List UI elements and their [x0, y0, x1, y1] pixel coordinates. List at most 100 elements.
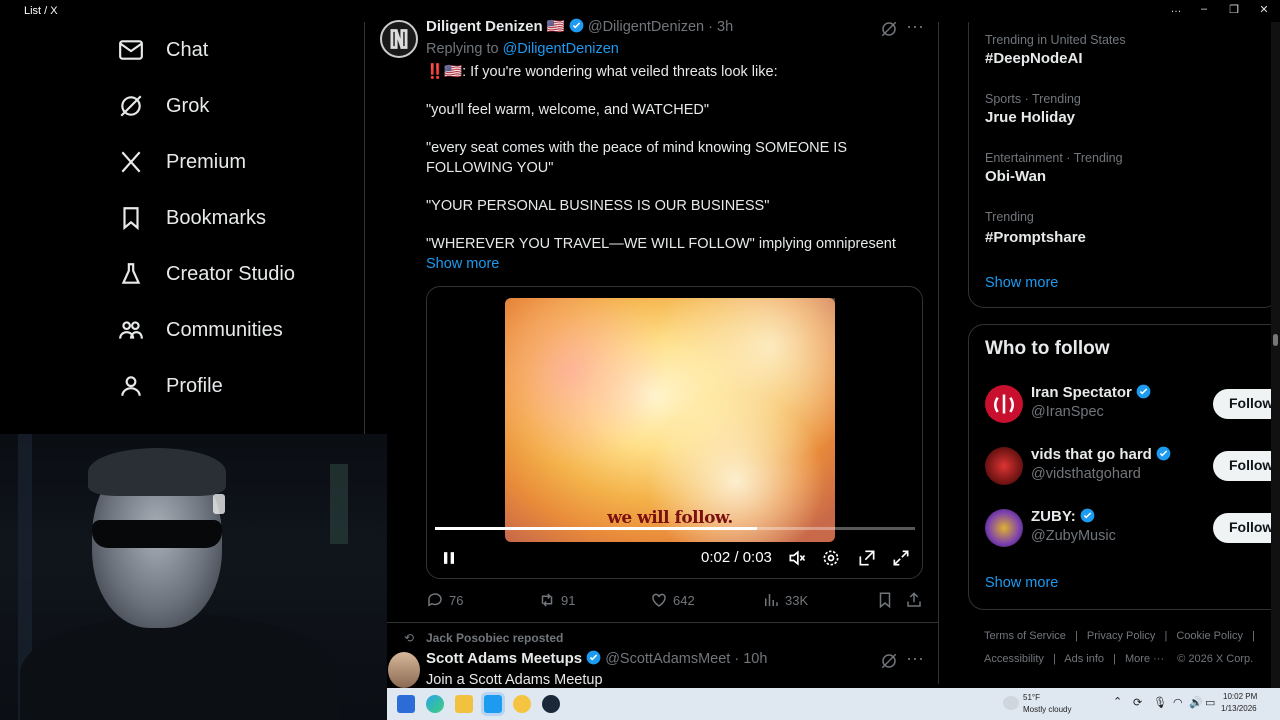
- video-progress-bar[interactable]: [435, 527, 915, 530]
- nav-grok[interactable]: Grok: [118, 86, 209, 126]
- minimize-button[interactable]: –: [1194, 3, 1214, 19]
- account-handle[interactable]: @IranSpec: [1031, 404, 1104, 420]
- follow-button[interactable]: Follow: [1213, 513, 1280, 543]
- tweet-line: ‼️🇺🇸: If you're wondering what veiled th…: [426, 62, 778, 82]
- account-name[interactable]: ZUBY:: [1031, 508, 1095, 525]
- grok-icon[interactable]: [880, 652, 898, 670]
- nav-premium[interactable]: Premium: [118, 142, 246, 182]
- follow-button[interactable]: Follow: [1213, 389, 1280, 419]
- sync-icon[interactable]: ⟳: [1133, 696, 1142, 709]
- footer-link[interactable]: Terms of Service: [984, 630, 1066, 642]
- clock-time[interactable]: 10:02 PM: [1223, 692, 1257, 701]
- views-button[interactable]: 33K: [762, 590, 808, 610]
- verified-badge-icon: [1080, 508, 1095, 523]
- nav-creator-studio[interactable]: Creator Studio: [118, 254, 295, 294]
- trends-show-more[interactable]: Show more: [985, 275, 1058, 291]
- share-icon[interactable]: [905, 591, 923, 609]
- footer-link[interactable]: More ···: [1125, 653, 1164, 665]
- tweet-author[interactable]: Diligent Denizen: [426, 18, 543, 35]
- tweet-author[interactable]: Scott Adams Meetups: [426, 650, 582, 667]
- sunglasses: [92, 520, 222, 548]
- nav-profile[interactable]: Profile: [118, 366, 223, 406]
- reposted-by[interactable]: Jack Posobiec reposted: [426, 631, 563, 645]
- reply-count: 76: [449, 592, 464, 608]
- footer-link[interactable]: Accessibility: [984, 653, 1044, 665]
- who-to-follow-title: Who to follow: [985, 338, 1110, 359]
- tweet-text: "every seat comes with the peace of mind…: [426, 140, 847, 156]
- avatar[interactable]: [380, 20, 418, 58]
- file-explorer-icon[interactable]: [455, 695, 473, 713]
- trend-name[interactable]: #DeepNodeAI: [985, 50, 1083, 67]
- pause-button[interactable]: [439, 548, 461, 570]
- nav-label: Creator Studio: [166, 262, 295, 285]
- windows-start-icon[interactable]: [397, 695, 415, 713]
- popout-button[interactable]: [857, 548, 879, 570]
- microphone-icon[interactable]: 🎙: [1153, 696, 1167, 709]
- fullscreen-button[interactable]: [891, 548, 913, 570]
- trend-name[interactable]: Obi-Wan: [985, 168, 1046, 185]
- bookmark-icon[interactable]: [876, 591, 894, 609]
- wifi-icon[interactable]: ◠: [1173, 696, 1183, 709]
- headset: [213, 494, 225, 514]
- clock-date[interactable]: 1/13/2026: [1221, 704, 1257, 713]
- chevron-up-icon[interactable]: ⌃: [1113, 695, 1122, 708]
- avatar[interactable]: [985, 509, 1023, 547]
- more-icon[interactable]: ···: [906, 648, 924, 669]
- video-frame[interactable]: we will follow.: [505, 298, 835, 542]
- account-name[interactable]: vids that go hard: [1031, 446, 1171, 463]
- mute-button[interactable]: [787, 548, 809, 570]
- show-more-link[interactable]: Show more: [426, 254, 499, 274]
- grok-icon[interactable]: [880, 20, 898, 38]
- speaker-muted-icon: [789, 550, 806, 566]
- volume-icon[interactable]: 🔊: [1189, 696, 1203, 709]
- avatar[interactable]: [985, 385, 1023, 423]
- app-icon[interactable]: [513, 695, 531, 713]
- tweet-handle[interactable]: @ScottAdamsMeet: [605, 651, 730, 667]
- edge-browser-icon[interactable]: [426, 695, 444, 713]
- scrollbar-thumb[interactable]: [1273, 334, 1278, 346]
- nav-bookmarks[interactable]: Bookmarks: [118, 198, 266, 238]
- weather-desc[interactable]: Mostly cloudy: [1023, 705, 1071, 714]
- account-name[interactable]: Iran Spectator: [1031, 384, 1151, 401]
- like-button[interactable]: 642: [650, 590, 695, 610]
- maximize-button[interactable]: ❐: [1224, 3, 1244, 19]
- more-icon[interactable]: ···: [906, 16, 924, 37]
- avatar[interactable]: [388, 652, 420, 688]
- footer-link[interactable]: Ads info: [1064, 653, 1104, 665]
- weather-temp[interactable]: 51°F: [1023, 693, 1040, 702]
- scrollbar[interactable]: [1271, 22, 1280, 688]
- tweet-time[interactable]: · 3h: [708, 19, 733, 35]
- account-handle[interactable]: @ZubyMusic: [1031, 528, 1116, 544]
- window-extras-button[interactable]: …: [1166, 3, 1186, 19]
- replying-to-handle[interactable]: @DiligentDenizen: [503, 41, 619, 57]
- battery-icon[interactable]: ▭: [1205, 696, 1215, 709]
- trend-category: Entertainment · Trending: [985, 151, 1123, 165]
- account-handle[interactable]: @vidsthatgohard: [1031, 466, 1141, 482]
- tweet-handle[interactable]: @DiligentDenizen: [588, 19, 704, 35]
- follow-button[interactable]: Follow: [1213, 451, 1280, 481]
- who-to-follow-show-more[interactable]: Show more: [985, 575, 1058, 591]
- video-time: 0:02 / 0:03: [701, 549, 772, 566]
- footer-links-row2: Accessibility | Ads info | More ··· © 20…: [984, 653, 1254, 665]
- account-name-text: vids that go hard: [1031, 446, 1152, 463]
- close-button[interactable]: ✕: [1254, 3, 1274, 19]
- trend-name[interactable]: #Promptshare: [985, 229, 1086, 246]
- twitter-app-icon[interactable]: [484, 695, 502, 713]
- nav-label: Bookmarks: [166, 206, 267, 229]
- avatar[interactable]: [985, 447, 1023, 485]
- tweet-time[interactable]: · 10h: [734, 651, 767, 667]
- steam-icon[interactable]: [542, 695, 560, 713]
- grok-icon: [120, 95, 142, 117]
- reply-button[interactable]: 76: [426, 590, 463, 610]
- trend-name[interactable]: Jrue Holiday: [985, 109, 1075, 126]
- people-icon: [119, 321, 143, 339]
- emoji: ‼️🇺🇸: [426, 64, 463, 80]
- repost-button[interactable]: 91: [538, 590, 575, 610]
- nav-communities[interactable]: Communities: [118, 310, 283, 350]
- footer-link[interactable]: Cookie Policy: [1176, 630, 1243, 642]
- popout-icon: [859, 550, 875, 566]
- footer-link[interactable]: Privacy Policy: [1087, 630, 1155, 642]
- nav-chat[interactable]: Chat: [118, 30, 208, 70]
- settings-button[interactable]: [821, 548, 843, 570]
- video-player[interactable]: we will follow. 0:02 / 0:03: [426, 286, 923, 579]
